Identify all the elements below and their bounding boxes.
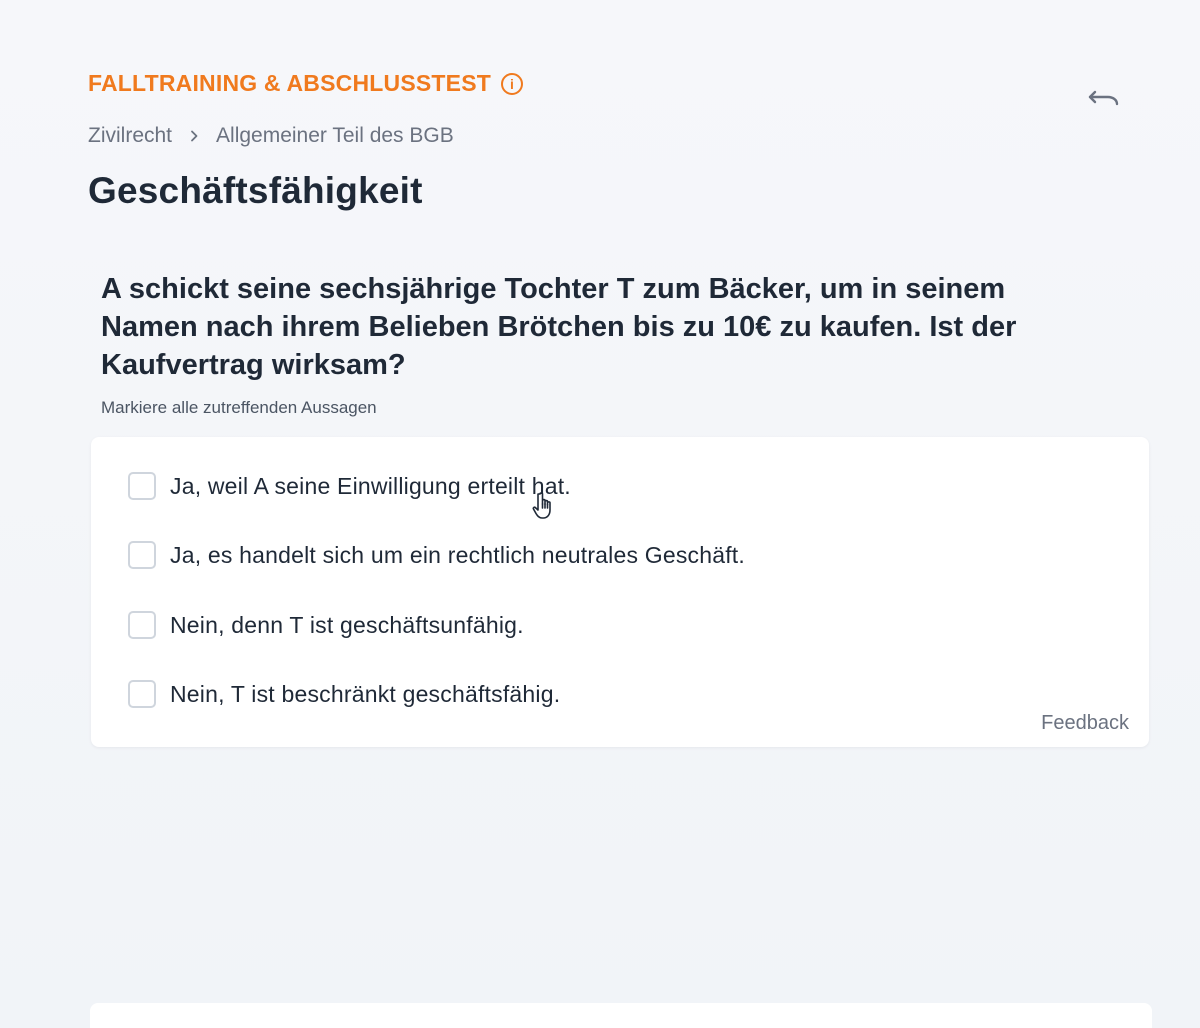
question-text: A schickt seine sechsjährige Tochter T z…	[101, 273, 1017, 381]
answer-label: Nein, denn T ist geschäftsunfähig.	[170, 611, 524, 638]
next-card	[90, 1003, 1152, 1028]
breadcrumb-item-zivilrecht[interactable]: Zivilrecht	[88, 124, 172, 148]
answer-option[interactable]: Nein, denn T ist geschäftsunfähig.	[128, 611, 524, 639]
answer-label: Ja, weil A seine Einwilligung erteilt ha…	[170, 472, 571, 499]
answer-option[interactable]: Ja, weil A seine Einwilligung erteilt ha…	[128, 472, 571, 500]
page: FALLTRAINING & ABSCHLUSSTEST i Zivilrech…	[0, 0, 1200, 1028]
answer-option[interactable]: Nein, T ist beschränkt geschäftsfähig.	[128, 680, 560, 708]
question-instruction: Markiere alle zutreffenden Aussagen	[101, 398, 377, 417]
answer-checkbox[interactable]	[128, 611, 156, 639]
section-eyebrow-label: FALLTRAINING & ABSCHLUSSTEST	[88, 70, 491, 96]
info-icon[interactable]: i	[500, 72, 523, 95]
section-eyebrow: FALLTRAINING & ABSCHLUSSTEST i	[88, 70, 523, 97]
answer-option[interactable]: Ja, es handelt sich um ein rechtlich neu…	[128, 541, 745, 569]
answer-checkbox[interactable]	[128, 680, 156, 708]
answer-label: Nein, T ist beschränkt geschäftsfähig.	[170, 680, 561, 707]
answer-checkbox[interactable]	[128, 472, 156, 500]
chevron-right-icon	[191, 130, 198, 142]
answer-label: Ja, es handelt sich um ein rechtlich neu…	[170, 541, 745, 568]
undo-icon[interactable]	[1088, 86, 1120, 110]
feedback-link[interactable]: Feedback	[1041, 712, 1129, 735]
answer-checkbox[interactable]	[128, 541, 156, 569]
breadcrumb-item-allgemeiner-teil[interactable]: Allgemeiner Teil des BGB	[216, 124, 454, 148]
breadcrumb: Zivilrecht Allgemeiner Teil des BGB	[88, 124, 454, 148]
answers-card: Ja, weil A seine Einwilligung erteilt ha…	[91, 437, 1149, 747]
page-title: Geschäftsfähigkeit	[88, 170, 423, 211]
